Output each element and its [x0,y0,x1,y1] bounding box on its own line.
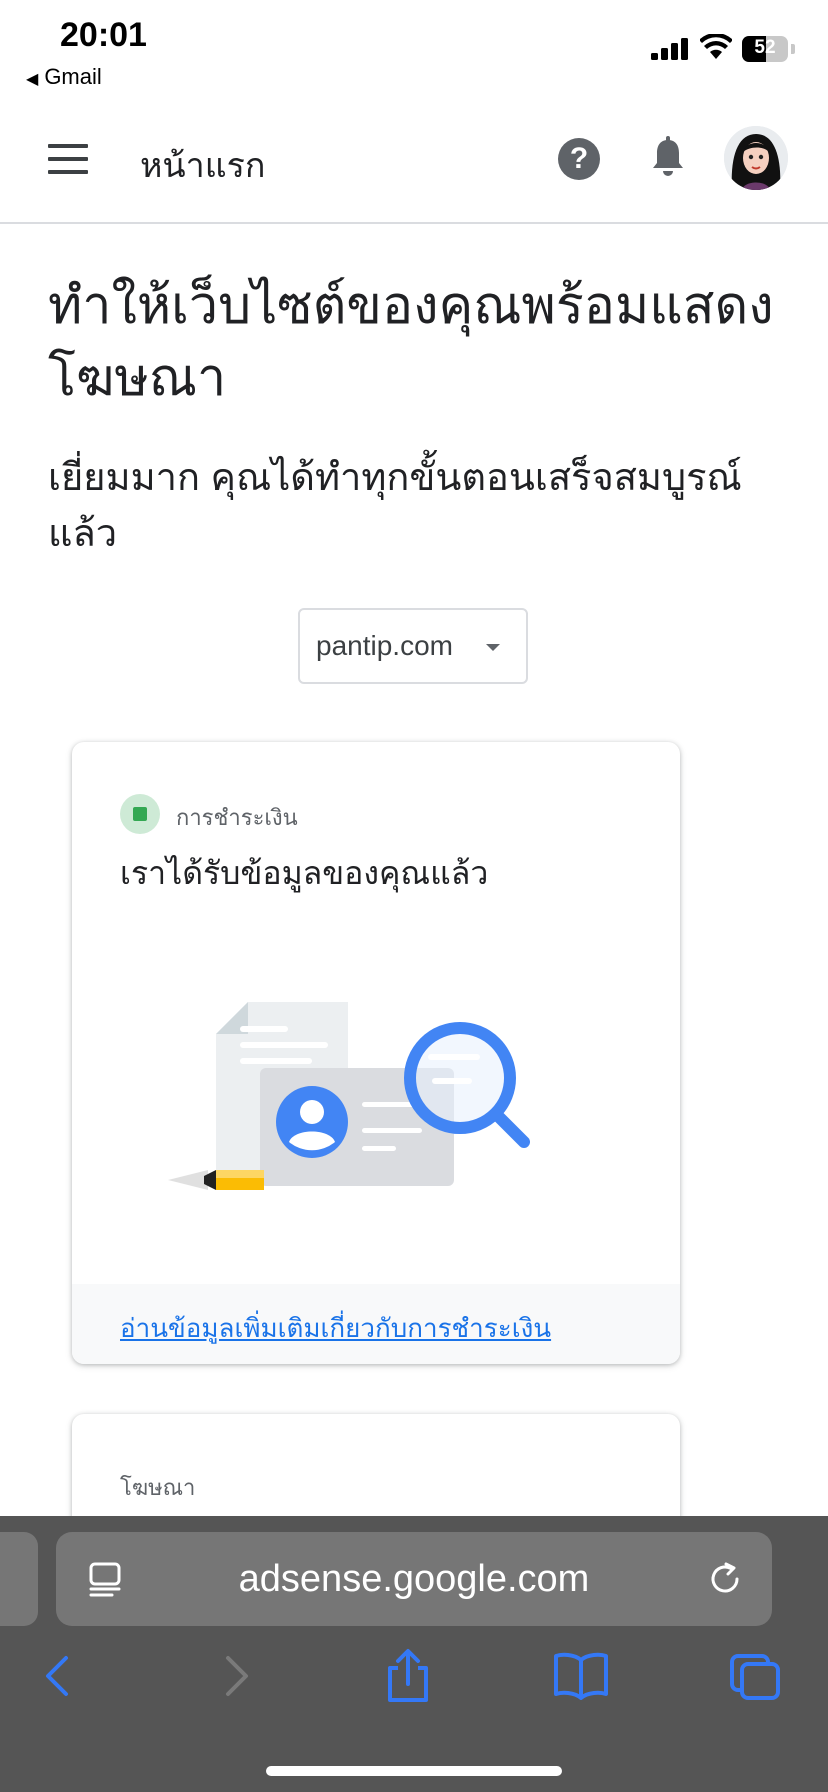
hamburger-menu-icon[interactable] [48,144,88,174]
status-bar: 20:01 ◀ Gmail 52 [0,0,828,100]
back-triangle-icon: ◀ [26,71,39,88]
tabs-icon[interactable] [728,1652,782,1702]
page-title: ทำให้เว็บไซต์ของคุณพร้อมแสดงโฆษณา [48,277,774,407]
card-label: การชำระเงิน [176,805,298,830]
notifications-bell-icon[interactable] [648,136,688,180]
card-footer: อ่านข้อมูลเพิ่มเติมเกี่ยวกับการชำระเงิน [72,1284,680,1364]
learn-more-payments-link[interactable]: อ่านข้อมูลเพิ่มเติมเกี่ยวกับการชำระเงิน [120,1308,551,1349]
page-header-title: หน้าแรก [140,147,266,185]
forward-icon[interactable] [216,1652,256,1700]
previous-tab-preview[interactable] [0,1532,38,1626]
battery-icon: 52 [742,36,788,62]
completed-status-icon [120,794,160,834]
bookmarks-icon[interactable] [552,1652,610,1700]
help-icon[interactable]: ? [558,138,600,180]
avatar-portrait-icon [724,126,788,190]
cellular-signal-icon [651,38,688,60]
battery-percent: 52 [754,37,776,58]
back-icon[interactable] [38,1652,78,1700]
browser-address-area: adsense.google.com [0,1516,828,1628]
url-text: adsense.google.com [238,1558,590,1600]
dropdown-caret-icon [486,644,500,651]
wifi-icon [700,34,732,59]
app-header: หน้าแรก ? [0,100,828,224]
back-to-app-link[interactable]: ◀ Gmail [26,64,102,90]
status-time: 20:01 [60,16,147,54]
site-selector-dropdown[interactable]: pantip.com [298,608,528,684]
browser-toolbar [0,1628,828,1792]
share-icon[interactable] [384,1648,432,1704]
address-bar[interactable]: adsense.google.com [56,1532,772,1626]
payment-info-illustration [168,1002,530,1190]
page-subtitle: เยี่ยมมาก คุณได้ทำทุกขั้นตอนเสร็จสมบูรณ์… [48,457,742,555]
card-heading: เราได้รับข้อมูลของคุณแล้ว [120,855,489,891]
reload-icon[interactable] [706,1560,744,1598]
card-label: โฆษณา [120,1475,196,1500]
payments-card: การชำระเงิน เราได้รับข้อมูลของคุณแล้ว อ่… [72,742,680,1364]
battery-nub [791,44,795,54]
site-selector-value: pantip.com [316,630,453,661]
home-indicator [266,1766,562,1776]
back-app-label: Gmail [44,64,102,89]
user-avatar[interactable] [724,126,788,190]
